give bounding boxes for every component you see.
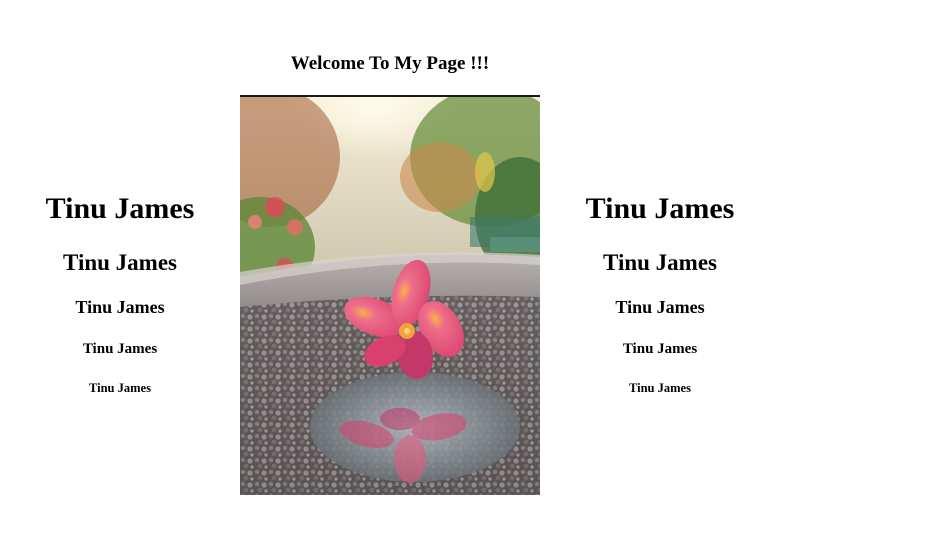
flower-photo	[240, 95, 540, 495]
right-heading-1: Tinu James	[585, 192, 735, 225]
left-heading-1: Tinu James	[45, 192, 195, 225]
left-heading-4: Tinu James	[82, 341, 158, 357]
page: Welcome To My Page !!! Tinu James Tinu J…	[0, 0, 929, 546]
left-heading-5: Tinu James	[89, 381, 151, 395]
left-heading-3: Tinu James	[75, 297, 165, 317]
right-heading-5: Tinu James	[629, 381, 691, 395]
right-heading-4: Tinu James	[622, 341, 698, 357]
page-title: Welcome To My Page !!!	[290, 53, 490, 74]
right-heading-2: Tinu James	[603, 250, 717, 275]
right-heading-3: Tinu James	[615, 297, 705, 317]
left-heading-2: Tinu James	[63, 250, 177, 275]
